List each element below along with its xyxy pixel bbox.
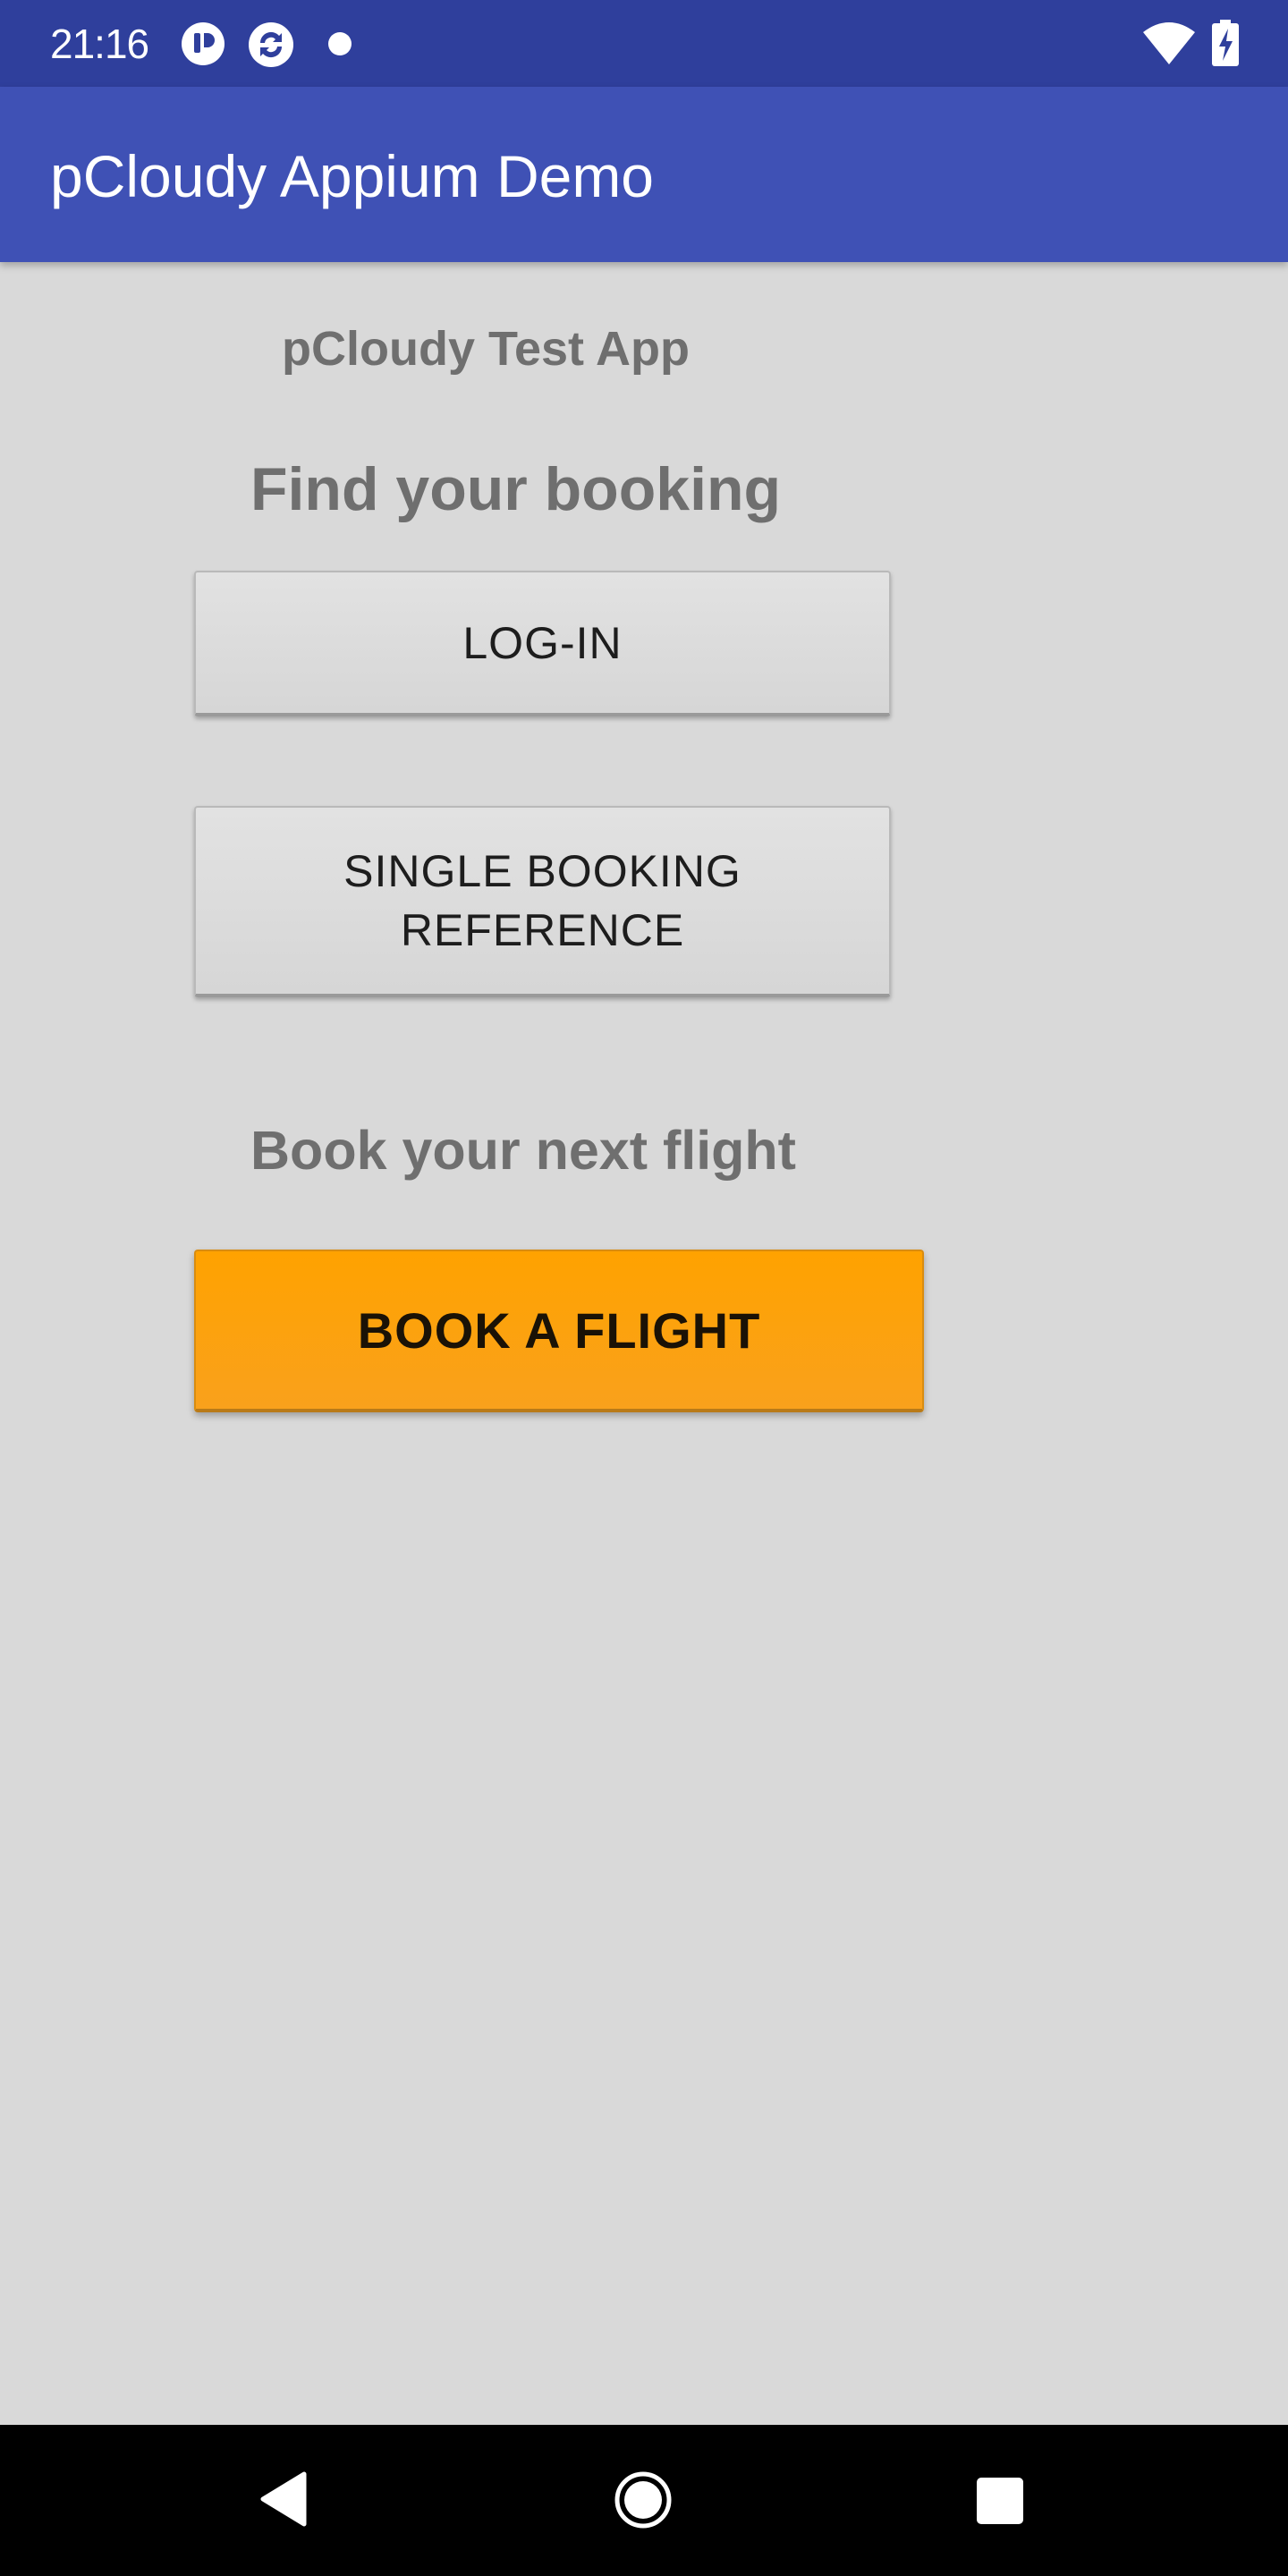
status-time: 21:16 <box>50 21 149 67</box>
notification-sync-icon <box>249 22 293 67</box>
app-screen: 21:16 pCloudy Appium Demo pCloudy Test A… <box>0 0 1288 2576</box>
find-booking-heading: Find your booking <box>250 455 782 523</box>
status-bar: 21:16 <box>0 0 1288 87</box>
home-icon[interactable] <box>614 2470 673 2529</box>
recents-icon[interactable] <box>975 2476 1025 2526</box>
back-icon[interactable] <box>258 2470 308 2528</box>
book-a-flight-label: BOOK A FLIGHT <box>357 1301 761 1359</box>
book-next-flight-heading: Book your next flight <box>250 1120 796 1181</box>
notification-dot-icon <box>328 32 352 55</box>
navigation-bar <box>0 2425 1288 2576</box>
wifi-icon <box>1143 22 1195 64</box>
single-booking-reference-button[interactable]: SINGLE BOOKING REFERENCE <box>194 806 891 997</box>
login-button-label: LOG-IN <box>462 617 623 668</box>
app-bar: pCloudy Appium Demo <box>0 87 1288 262</box>
notification-app-icon <box>182 22 225 65</box>
book-a-flight-button[interactable]: BOOK A FLIGHT <box>194 1250 924 1412</box>
single-booking-reference-label: SINGLE BOOKING REFERENCE <box>343 846 741 955</box>
app-title: pCloudy Appium Demo <box>50 143 655 209</box>
battery-charging-icon <box>1212 20 1239 66</box>
app-subtitle: pCloudy Test App <box>282 322 690 376</box>
login-button[interactable]: LOG-IN <box>194 571 891 716</box>
